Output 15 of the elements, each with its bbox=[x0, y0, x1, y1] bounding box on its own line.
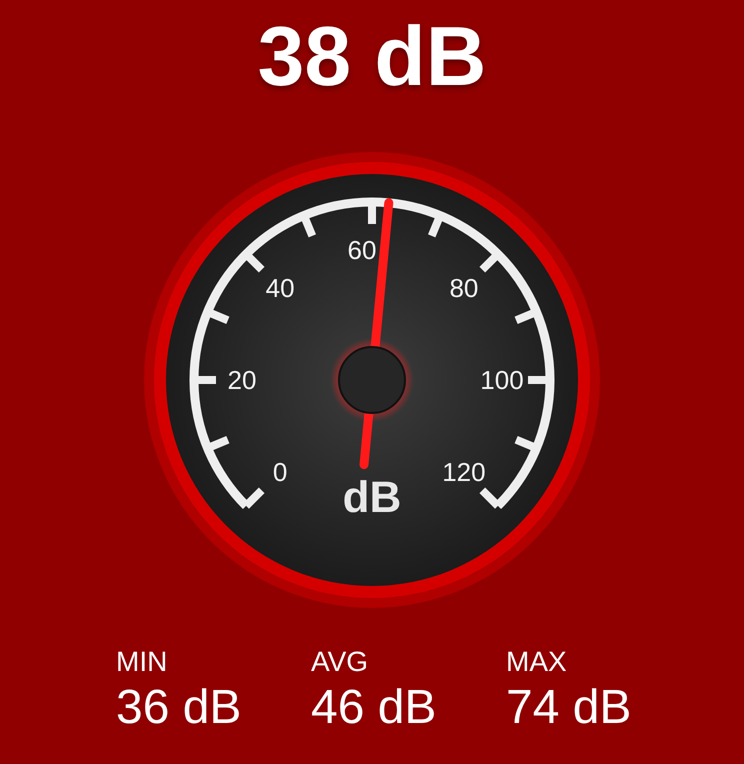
stat-label: MIN bbox=[116, 646, 168, 678]
scale-label: 60 bbox=[348, 235, 376, 265]
scale-label: 40 bbox=[266, 273, 295, 304]
stat-value: 46 dB bbox=[311, 680, 436, 735]
stat-value: 74 dB bbox=[506, 680, 632, 735]
scale-label: 120 bbox=[442, 456, 486, 487]
unit-label: dB bbox=[342, 473, 402, 522]
stat-label: AVG bbox=[311, 646, 368, 678]
scale-label: 0 bbox=[272, 456, 288, 487]
scale-label: 100 bbox=[480, 365, 524, 395]
stat-value: 36 dB bbox=[116, 680, 242, 735]
scale-label: 80 bbox=[449, 273, 478, 304]
scale-label: 20 bbox=[228, 365, 256, 395]
sound-level-reading: 38 dB bbox=[258, 14, 486, 98]
stat-label: MAX bbox=[506, 646, 567, 678]
